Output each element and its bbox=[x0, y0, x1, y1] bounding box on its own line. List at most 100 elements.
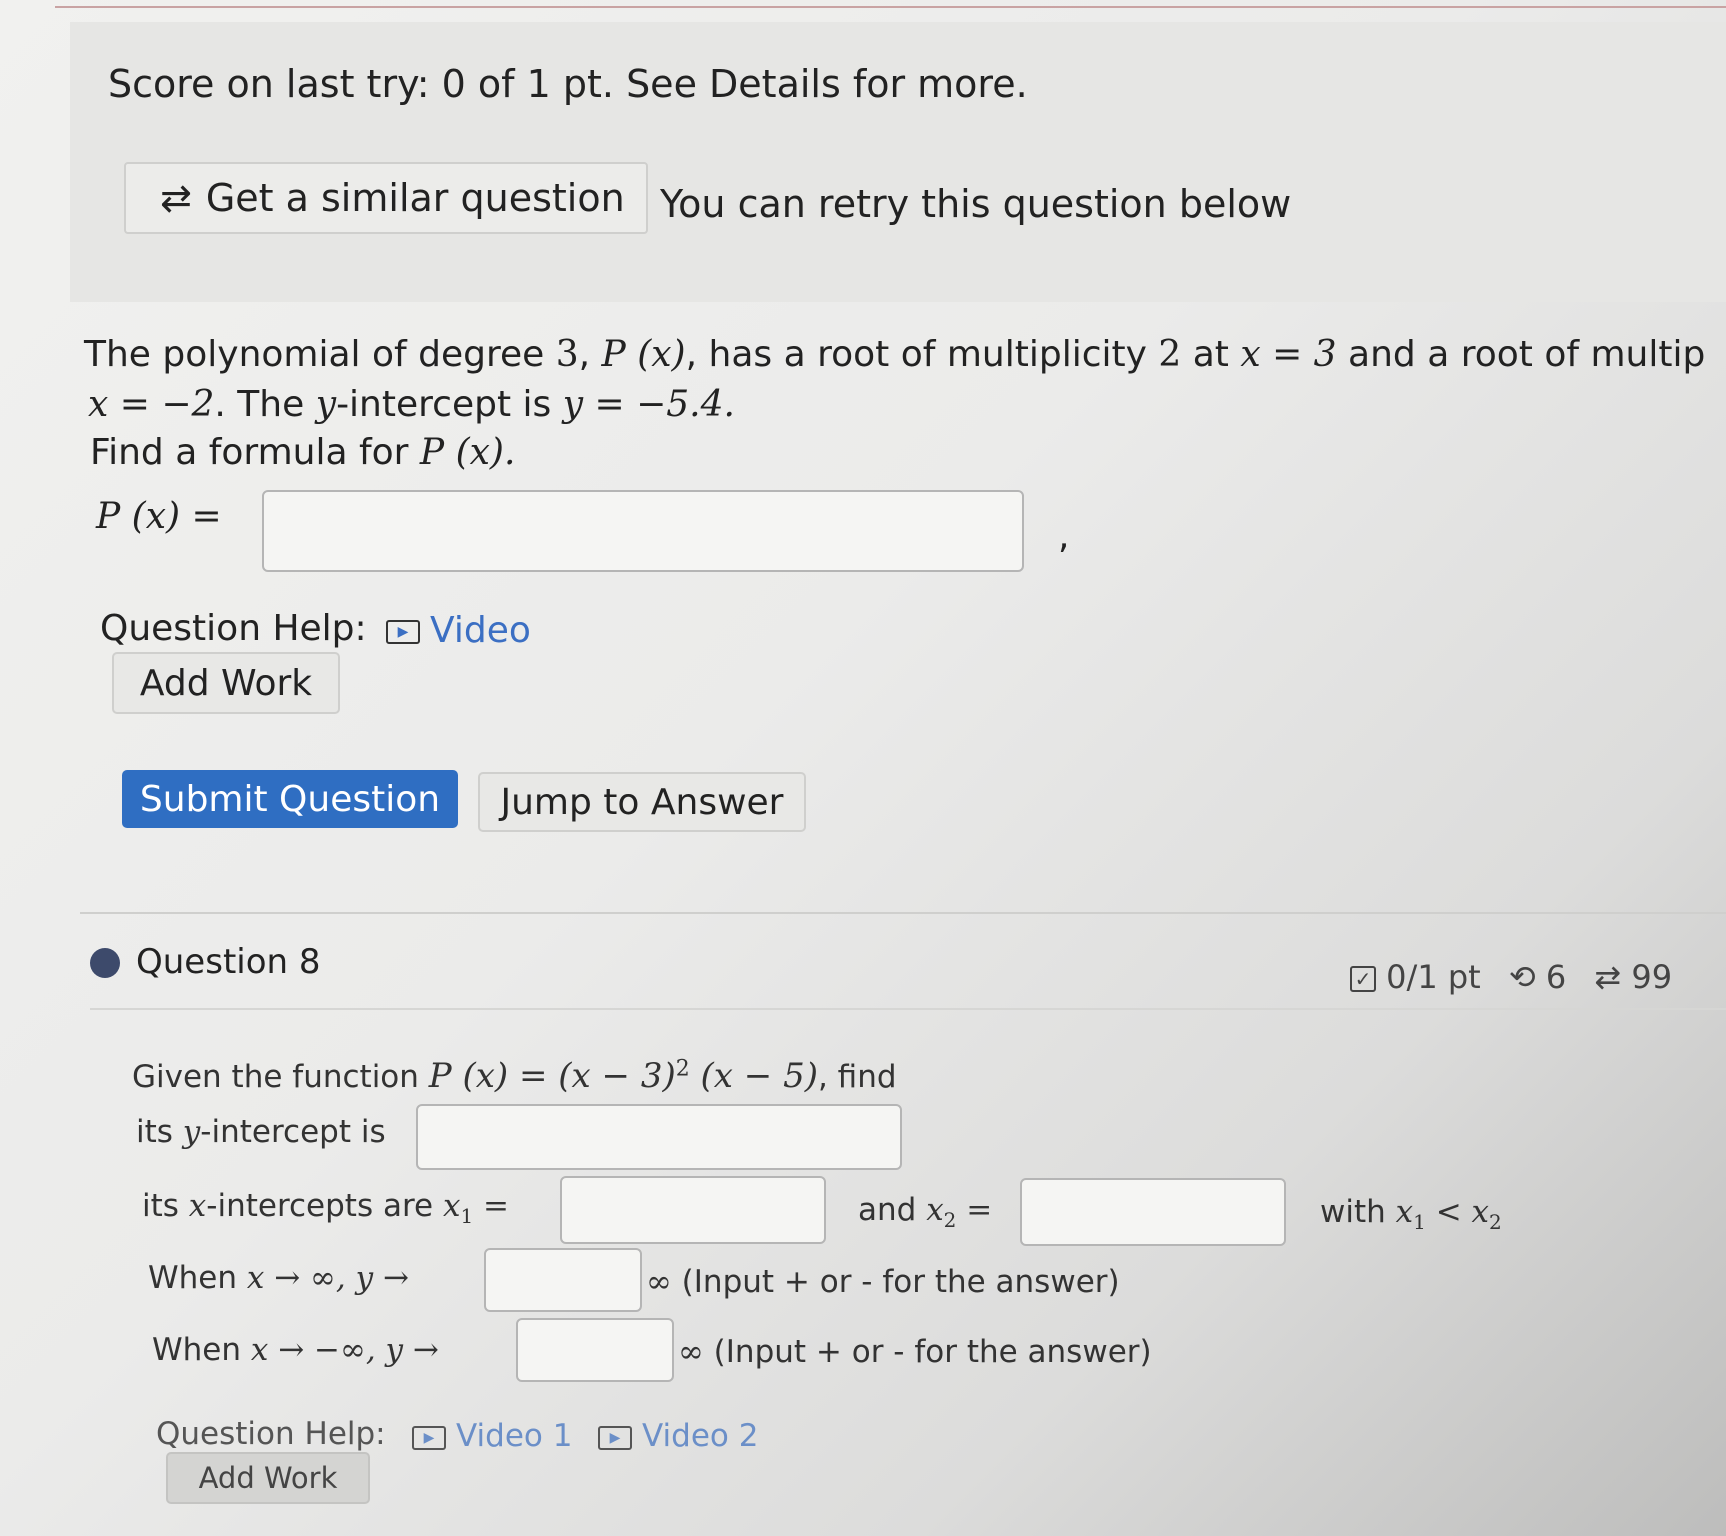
end-behavior-negative-label: When x → −∞, y → bbox=[152, 1332, 439, 1368]
question-header-divider bbox=[90, 1008, 1726, 1010]
math-root-2: x = −2 bbox=[88, 384, 215, 425]
math-equals: = bbox=[956, 1192, 993, 1228]
math-multiplicity: 2 bbox=[1158, 334, 1182, 375]
math-x1: x bbox=[442, 1188, 461, 1224]
math-subscript: 1 bbox=[1413, 1210, 1426, 1235]
math-px: P (x) bbox=[601, 334, 686, 375]
math-px: P (x). bbox=[419, 432, 516, 473]
text: , has a root of multiplicity bbox=[685, 334, 1159, 375]
question-8-title: Question 8 bbox=[136, 942, 321, 982]
end-behavior-positive-input[interactable] bbox=[484, 1248, 642, 1312]
checkbox-icon: ✓ bbox=[1350, 966, 1376, 992]
math-y: y bbox=[315, 384, 337, 425]
given-function-text: Given the function P (x) = (x − 3)2 (x −… bbox=[132, 1056, 897, 1096]
add-work-button[interactable]: Add Work bbox=[112, 652, 340, 714]
video-2-link[interactable]: ▶ Video 2 bbox=[598, 1418, 758, 1454]
text: (Input + or - for the answer) bbox=[671, 1264, 1120, 1300]
math-less-than: < bbox=[1425, 1194, 1472, 1230]
polynomial-answer-input[interactable] bbox=[262, 490, 1024, 572]
math-infinity: ∞ bbox=[646, 1264, 672, 1300]
question-text-line-2: x = −2. The y-intercept is y = −5.4. bbox=[88, 384, 735, 425]
play-icon: ▶ bbox=[412, 1425, 446, 1450]
x2-label: and x2 = bbox=[858, 1192, 992, 1232]
question-text-line-3: Find a formula for P (x). bbox=[90, 432, 515, 473]
question-8-help-label: Question Help: bbox=[156, 1416, 386, 1452]
retries-count: 6 bbox=[1545, 958, 1567, 996]
math-limit: x → −∞, y → bbox=[250, 1332, 439, 1368]
text: The polynomial of degree bbox=[84, 334, 556, 375]
text: (Input + or - for the answer) bbox=[703, 1334, 1152, 1370]
score-message: Score on last try: 0 of 1 pt. See Detail… bbox=[108, 62, 1028, 106]
x1-input[interactable] bbox=[560, 1176, 826, 1244]
submit-question-button[interactable]: Submit Question bbox=[122, 770, 458, 828]
top-divider bbox=[55, 6, 1726, 8]
x2-input[interactable] bbox=[1020, 1178, 1286, 1246]
section-divider bbox=[80, 912, 1726, 914]
jump-to-answer-button[interactable]: Jump to Answer bbox=[478, 772, 806, 832]
math-root-1: x = 3 bbox=[1240, 334, 1337, 375]
text: Given the function bbox=[132, 1059, 429, 1095]
question-8-add-work-button[interactable]: Add Work bbox=[166, 1452, 370, 1504]
text: and bbox=[858, 1192, 927, 1228]
points-value: 0/1 pt bbox=[1386, 958, 1481, 996]
answer-label: P (x) = bbox=[96, 496, 222, 537]
text: , find bbox=[817, 1059, 897, 1095]
video-2-label: Video 2 bbox=[642, 1418, 759, 1454]
retry-arrows-icon: ⇄ bbox=[1594, 958, 1622, 996]
text: its bbox=[136, 1114, 183, 1150]
text: , bbox=[578, 334, 602, 375]
math-function-2: (x − 5) bbox=[689, 1056, 818, 1096]
y-intercept-input[interactable] bbox=[416, 1104, 902, 1170]
math-limit: x → ∞, y → bbox=[246, 1260, 409, 1296]
text: When bbox=[148, 1260, 247, 1296]
end-behavior-negative-hint: ∞ (Input + or - for the answer) bbox=[678, 1334, 1152, 1370]
text: its bbox=[142, 1188, 189, 1224]
math-subscript: 2 bbox=[943, 1208, 957, 1233]
video-link-label: Video bbox=[430, 610, 531, 651]
question-help-label: Question Help: bbox=[100, 608, 367, 649]
math-y-intercept: y = −5.4. bbox=[562, 384, 735, 425]
end-behavior-positive-hint: ∞ (Input + or - for the answer) bbox=[646, 1264, 1120, 1300]
text: . The bbox=[214, 384, 316, 425]
text: -intercept is bbox=[336, 384, 563, 425]
text: at bbox=[1181, 334, 1241, 375]
math-subscript: 1 bbox=[460, 1204, 474, 1229]
math-subscript: 2 bbox=[1489, 1210, 1502, 1235]
ordering-condition: with x1 < x2 bbox=[1320, 1194, 1502, 1234]
end-behavior-negative-input[interactable] bbox=[516, 1318, 674, 1382]
question-score-bar: ✓ 0/1 pt ⟲ 6 ⇄ 99 bbox=[1350, 958, 1672, 996]
end-behavior-positive-label: When x → ∞, y → bbox=[148, 1260, 409, 1296]
text: and a root of multip bbox=[1336, 334, 1706, 375]
trailing-comma: , bbox=[1058, 516, 1070, 557]
retry-arrows-icon: ⇄ bbox=[160, 176, 192, 220]
video-1-link[interactable]: ▶ Video 1 bbox=[412, 1418, 572, 1454]
math-infinity: ∞ bbox=[678, 1334, 704, 1370]
question-text-line-1: The polynomial of degree 3, P (x), has a… bbox=[84, 334, 1705, 375]
math-x: x bbox=[188, 1188, 207, 1224]
get-similar-question-button[interactable]: ⇄ Get a similar question bbox=[124, 162, 648, 234]
text: Find a formula for bbox=[90, 432, 420, 473]
attempts-count: 99 bbox=[1631, 958, 1673, 996]
math-x1: x bbox=[1395, 1194, 1414, 1230]
text: When bbox=[152, 1332, 251, 1368]
undo-icon: ⟲ bbox=[1508, 958, 1536, 996]
similar-button-label: Get a similar question bbox=[205, 176, 625, 220]
retry-message: You can retry this question below bbox=[660, 182, 1292, 226]
text: -intercepts are bbox=[206, 1188, 443, 1224]
video-1-label: Video 1 bbox=[456, 1418, 573, 1454]
math-equals: = bbox=[473, 1188, 510, 1224]
text: with bbox=[1320, 1194, 1396, 1230]
math-x2: x bbox=[926, 1192, 944, 1228]
play-icon: ▶ bbox=[598, 1425, 632, 1450]
text: -intercept is bbox=[200, 1114, 386, 1150]
math-function: P (x) = (x − 3) bbox=[428, 1056, 676, 1096]
play-icon: ▶ bbox=[386, 620, 420, 644]
video-link[interactable]: ▶ Video bbox=[386, 610, 531, 651]
math-exponent: 2 bbox=[675, 1056, 690, 1082]
math-degree: 3 bbox=[555, 334, 579, 375]
question-status-dot-icon bbox=[90, 948, 120, 978]
x-intercepts-label: its x-intercepts are x1 = bbox=[142, 1188, 509, 1228]
y-intercept-label: its y-intercept is bbox=[136, 1114, 386, 1150]
math-x2: x bbox=[1471, 1194, 1490, 1230]
math-y: y bbox=[182, 1114, 201, 1150]
